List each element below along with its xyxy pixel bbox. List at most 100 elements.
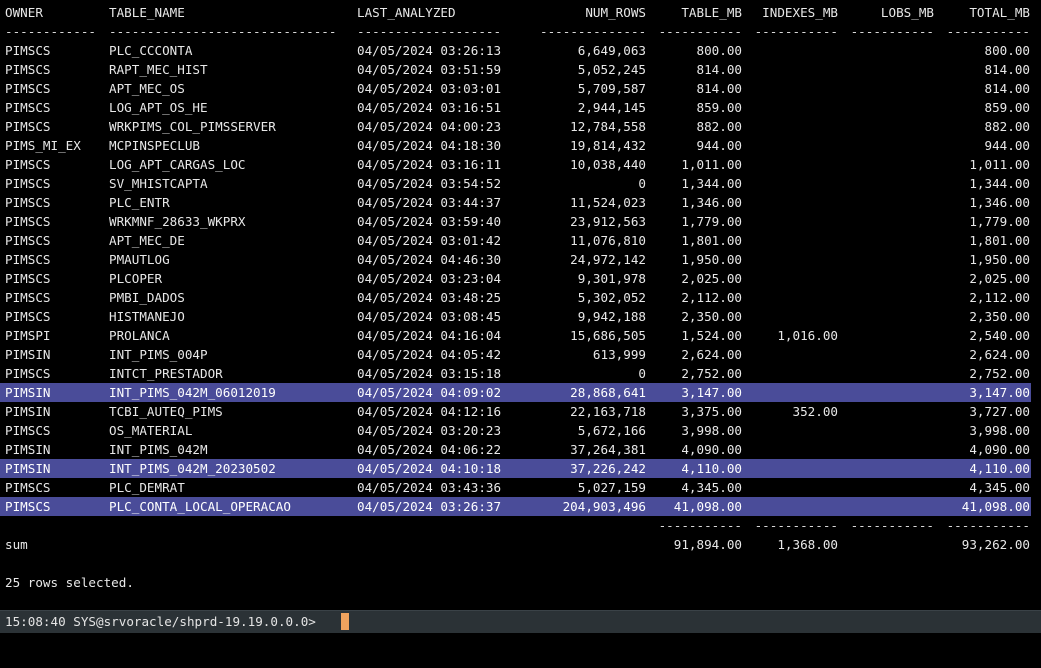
cell-table-name: INT_PIMS_042M_20230502 [109,461,276,476]
cell-owner: PIMSCS [5,499,51,514]
cell-table-name: APT_MEC_OS [109,81,185,96]
cell-last-analyzed: 04/05/2024 03:16:51 [357,100,502,115]
cell-num-rows: 22,163,718 [570,404,646,419]
cell-table-mb: 1,801.00 [681,233,742,248]
cell-table-mb: 944.00 [696,138,743,153]
cell-total-mb: 41,098.00 [961,499,1030,514]
column-header-row: OWNER TABLE_NAME LAST_ANALYZED NUM_ROWS … [0,3,1031,22]
cell-table-mb: 2,025.00 [681,271,742,286]
table-row: PIMSIN INT_PIMS_042M_06012019 04/05/2024 0… [0,383,1031,402]
cell-owner: PIMSCS [5,195,51,210]
cell-total-mb: 882.00 [984,119,1031,134]
cell-num-rows: 6,649,063 [577,43,646,58]
table-row: PIMSIN INT_PIMS_042M_20230502 04/05/2024 0… [0,459,1031,478]
cell-owner: PIMSCS [5,366,51,381]
cell-last-analyzed: 04/05/2024 03:03:01 [357,81,502,96]
sum-separator-lobs-mb: ----------- [850,518,934,533]
separator-owner: ------------ [5,24,96,39]
cell-owner: PIMSIN [5,385,51,400]
cell-table-mb: 859.00 [696,100,743,115]
cell-last-analyzed: 04/05/2024 03:48:25 [357,290,502,305]
column-header-table-name: TABLE_NAME [109,5,185,20]
cell-last-analyzed: 04/05/2024 03:51:59 [357,62,502,77]
sum-indexes-mb: 1,368.00 [777,537,838,552]
column-header-total-mb: TOTAL_MB [969,5,1030,20]
cell-num-rows: 28,868,641 [570,385,646,400]
cell-num-rows: 5,027,159 [577,480,646,495]
column-header-table-mb: TABLE_MB [681,5,742,20]
cell-owner: PIMSIN [5,442,51,457]
cell-total-mb: 814.00 [984,81,1031,96]
cell-owner: PIMSCS [5,214,51,229]
table-row: PIMSIN TCBI_AUTEQ_PIMS 04/05/2024 04:12:16… [0,402,1031,421]
sum-separator-row: ----------- ----------- ----------- ----… [0,516,1031,535]
cell-total-mb: 4,345.00 [969,480,1030,495]
cell-total-mb: 1,344.00 [969,176,1030,191]
cell-table-name: LOG_APT_CARGAS_LOC [109,157,246,172]
cell-num-rows: 37,264,381 [570,442,646,457]
cell-table-name: TCBI_AUTEQ_PIMS [109,404,223,419]
cell-num-rows: 37,226,242 [570,461,646,476]
cell-owner: PIMSCS [5,271,51,286]
cell-total-mb: 2,112.00 [969,290,1030,305]
cell-table-mb: 814.00 [696,81,743,96]
cell-owner: PIMSCS [5,423,51,438]
cell-total-mb: 814.00 [984,62,1031,77]
cell-total-mb: 2,752.00 [969,366,1030,381]
sum-row: sum 91,894.00 1,368.00 93,262.00 [0,535,1031,554]
sum-label: sum [5,537,28,552]
table-row: PIMSCS PMAUTLOG 04/05/2024 04:46:30 24,972,… [0,250,1031,269]
cell-owner: PIMSCS [5,233,51,248]
sum-total-mb: 93,262.00 [961,537,1030,552]
cell-total-mb: 3,998.00 [969,423,1030,438]
terminal-output[interactable]: OWNER TABLE_NAME LAST_ANALYZED NUM_ROWS … [0,0,1041,610]
sum-separator-table-mb: ----------- [658,518,742,533]
cell-num-rows: 204,903,496 [562,499,646,514]
cell-num-rows: 613,999 [592,347,646,362]
cell-table-mb: 4,345.00 [681,480,742,495]
table-row: PIMSIN INT_PIMS_042M 04/05/2024 04:06:22 37… [0,440,1031,459]
table-row: PIMS_MI_EX MCPINSPECLUB 04/05/2024 04:18:3… [0,136,1031,155]
rows-selected-message: 25 rows selected. [5,575,134,590]
cell-total-mb: 2,350.00 [969,309,1030,324]
cell-table-name: PROLANCA [109,328,170,343]
cell-table-name: PMBI_DADOS [109,290,185,305]
cell-num-rows: 15,686,505 [570,328,646,343]
separator-lobs-mb: ----------- [850,24,934,39]
table-row: PIMSCS APT_MEC_DE 04/05/2024 03:01:42 11,07… [0,231,1031,250]
table-row: PIMSCS PLC_DEMRAT 04/05/2024 03:43:36 5,027… [0,478,1031,497]
separator-num-rows: ---------------- [540,24,646,39]
table-row: PIMSPI PROLANCA 04/05/2024 04:16:04 15,686,… [0,326,1031,345]
cell-num-rows: 0 [638,366,646,381]
cell-total-mb: 3,727.00 [969,404,1030,419]
cell-table-mb: 882.00 [696,119,743,134]
table-row: PIMSCS APT_MEC_OS 04/05/2024 03:03:01 5,709… [0,79,1031,98]
cell-table-mb: 2,752.00 [681,366,742,381]
cell-last-analyzed: 04/05/2024 04:18:30 [357,138,502,153]
cell-table-name: WRKMNF_28633_WKPRX [109,214,246,229]
table-row: PIMSCS HISTMANEJO 04/05/2024 03:08:45 9,942… [0,307,1031,326]
cell-total-mb: 1,779.00 [969,214,1030,229]
cell-num-rows: 11,076,810 [570,233,646,248]
cell-num-rows: 9,301,978 [577,271,646,286]
cell-num-rows: 0 [638,176,646,191]
cell-total-mb: 2,624.00 [969,347,1030,362]
cell-table-mb: 4,110.00 [681,461,742,476]
header-separator-row: ------------ ---------------------------… [0,22,1031,41]
command-prompt-bar[interactable]: 15:08:40 SYS@srvoracle/shprd-19.19.0.0.0… [0,610,1041,633]
cell-table-name: MCPINSPECLUB [109,138,200,153]
cell-table-mb: 1,344.00 [681,176,742,191]
cell-last-analyzed: 04/05/2024 04:06:22 [357,442,502,457]
cell-total-mb: 1,346.00 [969,195,1030,210]
cell-table-mb: 800.00 [696,43,743,58]
cell-last-analyzed: 04/05/2024 03:08:45 [357,309,502,324]
cell-num-rows: 11,524,023 [570,195,646,210]
cell-num-rows: 9,942,188 [577,309,646,324]
cell-total-mb: 1,950.00 [969,252,1030,267]
cell-table-name: PLC_CONTA_LOCAL_OPERACAO [109,499,291,514]
cell-table-name: HISTMANEJO [109,309,185,324]
cell-table-mb: 4,090.00 [681,442,742,457]
table-row: PIMSCS LOG_APT_CARGAS_LOC 04/05/2024 03:16… [0,155,1031,174]
text-cursor [341,613,349,630]
table-row: PIMSCS WRKPIMS_COL_PIMSSERVER 04/05/2024 0… [0,117,1031,136]
